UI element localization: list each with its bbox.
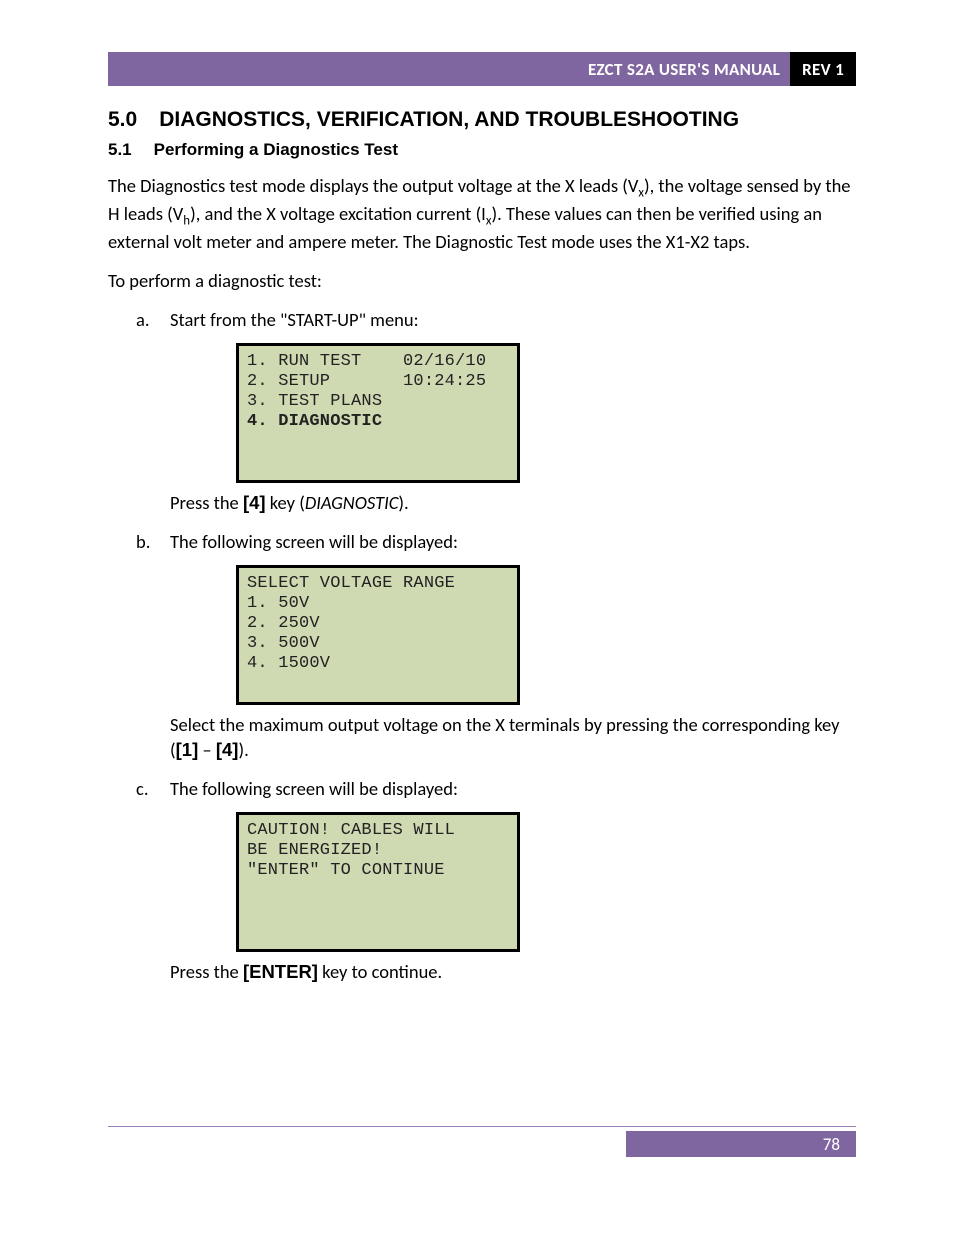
step-b-after-post: ). [238, 738, 248, 761]
page-footer: 78 [108, 1126, 856, 1157]
step-a-letter: a. [136, 308, 170, 516]
section-title: DIAGNOSTICS, VERIFICATION, AND TROUBLESH… [159, 108, 739, 132]
intro-text-a: The Diagnostics test mode displays the o… [108, 174, 638, 197]
step-c: c. The following screen will be displaye… [108, 777, 856, 985]
lcd-a-line1: 1. RUN TEST 02/16/10 [247, 352, 509, 372]
step-c-text: The following screen will be displayed: [170, 777, 856, 802]
step-a-diagnostic-ital: DIAGNOSTIC [305, 491, 399, 514]
subsection-title: Performing a Diagnostics Test [154, 140, 398, 160]
step-a-after: Press the [4] key (DIAGNOSTIC). [170, 491, 856, 516]
step-b-text: The following screen will be displayed: [170, 530, 856, 555]
footer-rule [108, 1126, 856, 1127]
lcd-c-line2: BE ENERGIZED! [247, 841, 509, 861]
header-title: EZCT S2A USER'S MANUAL [108, 52, 790, 86]
lcd-c-line1: CAUTION! CABLES WILL [247, 821, 509, 841]
page-number: 78 [626, 1131, 856, 1157]
lcd-a-line3: 3. TEST PLANS [247, 392, 509, 412]
intro-text-c: ), and the X voltage excitation current … [190, 202, 486, 225]
key-enter: [ENTER] [243, 961, 318, 982]
step-b-after-pre: Select the maximum output voltage on the… [170, 713, 839, 761]
lcd-b-line1: SELECT VOLTAGE RANGE [247, 574, 509, 594]
header-rev: REV 1 [790, 52, 856, 86]
subsection-number: 5.1 [108, 140, 132, 160]
footer-spacer [108, 1131, 626, 1157]
subsection-heading: 5.1 Performing a Diagnostics Test [108, 140, 856, 160]
step-a: a. Start from the "START-UP" menu: 1. RU… [108, 308, 856, 516]
step-c-after-pre: Press the [170, 960, 243, 983]
page-content: EZCT S2A USER'S MANUAL REV 1 5.0 DIAGNOS… [0, 0, 954, 985]
step-a-after-pre: Press the [170, 491, 243, 514]
lcd-c-line4: "ENTER" TO CONTINUE [247, 861, 509, 881]
key-1: [1] [176, 739, 199, 760]
step-a-after-mid: key ( [266, 491, 305, 514]
lcd-a-line4: 4. DIAGNOSTIC [247, 412, 509, 432]
key-4b: [4] [216, 739, 239, 760]
section-heading: 5.0 DIAGNOSTICS, VERIFICATION, AND TROUB… [108, 108, 856, 132]
intro-paragraph: The Diagnostics test mode displays the o… [108, 174, 856, 255]
to-perform-text: To perform a diagnostic test: [108, 269, 856, 294]
lcd-screen-caution: CAUTION! CABLES WILL BE ENERGIZED! "ENTE… [236, 812, 520, 952]
lcd-screen-startup: 1. RUN TEST 02/16/10 2. SETUP 10:24:25 3… [236, 343, 520, 483]
key-4: [4] [243, 492, 266, 513]
lcd-b-line4: 3. 500V [247, 634, 509, 654]
step-c-letter: c. [136, 777, 170, 985]
step-b-after: Select the maximum output voltage on the… [170, 713, 856, 763]
lcd-b-line3: 2. 250V [247, 614, 509, 634]
header-bar: EZCT S2A USER'S MANUAL REV 1 [108, 52, 856, 86]
step-a-after-post: ). [398, 491, 408, 514]
lcd-b-line5: 4. 1500V [247, 654, 509, 674]
step-c-after: Press the [ENTER] key to continue. [170, 960, 856, 985]
footer-bar: 78 [108, 1131, 856, 1157]
step-b-letter: b. [136, 530, 170, 763]
step-a-text: Start from the "START-UP" menu: [170, 308, 856, 333]
step-b-dash: – [198, 738, 216, 761]
lcd-b-line2: 1. 50V [247, 594, 509, 614]
step-c-after-post: key to continue. [318, 960, 442, 983]
lcd-screen-voltage: SELECT VOLTAGE RANGE 1. 50V 2. 250V 3. 5… [236, 565, 520, 705]
lcd-a-line2: 2. SETUP 10:24:25 [247, 372, 509, 392]
step-b: b. The following screen will be displaye… [108, 530, 856, 763]
section-number: 5.0 [108, 108, 137, 132]
